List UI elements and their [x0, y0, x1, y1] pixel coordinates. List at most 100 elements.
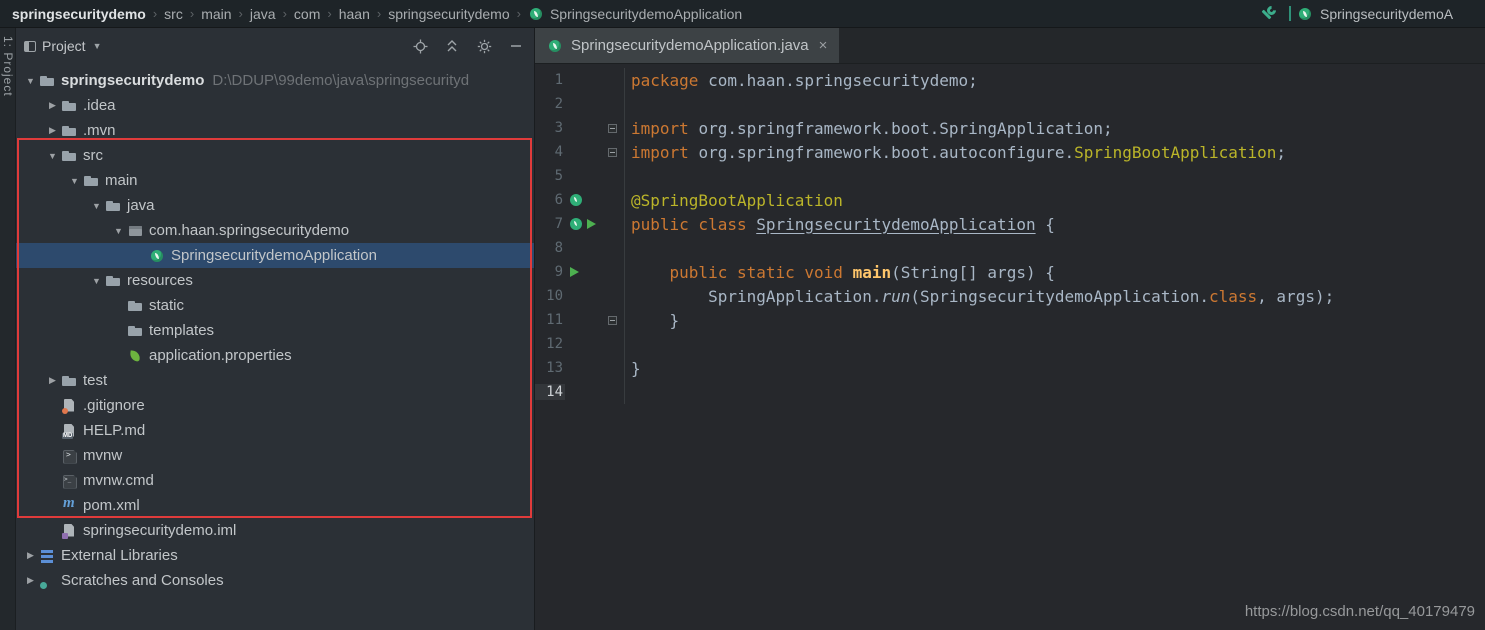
breadcrumb-item-src[interactable]: src: [164, 6, 183, 22]
tree-expand-arrow[interactable]: ▶: [44, 125, 61, 136]
tree-item-java[interactable]: ▼ java: [16, 193, 534, 218]
tree-item-resources[interactable]: ▼ resources: [16, 268, 534, 293]
collapse-all-button[interactable]: [444, 38, 460, 54]
folder-icon: [61, 98, 78, 114]
line-number: 1: [554, 72, 563, 88]
breadcrumb-label: springsecuritydemo: [388, 5, 510, 22]
tree-item-springsecuritydemo-iml[interactable]: springsecuritydemo.iml: [16, 518, 534, 543]
tree-item-external-libraries[interactable]: ▶ External Libraries: [16, 543, 534, 568]
tree-item-springsecuritydemo[interactable]: ▼ springsecuritydemo D:\DDUP\99demo\java\s…: [16, 68, 534, 93]
tree-item-pom-xml[interactable]: pom.xml: [16, 493, 534, 518]
tree-item-label: .idea: [83, 97, 116, 114]
tree-item-label: SpringsecuritydemoApplication: [171, 247, 377, 264]
tree-expand-arrow[interactable]: ▶: [44, 375, 61, 386]
breadcrumb-item-springsecuritydemo[interactable]: springsecuritydemo: [388, 6, 509, 22]
tree-item-application-properties[interactable]: application.properties: [16, 343, 534, 368]
gutter: 2: [535, 92, 625, 116]
line-number: 11: [546, 312, 563, 328]
tree-collapse-arrow[interactable]: ▼: [110, 226, 127, 236]
run-gutter-icon[interactable]: [587, 219, 596, 229]
file-cmd-icon: [61, 473, 78, 489]
breadcrumb-label: haan: [338, 5, 370, 22]
breadcrumb-label: SpringsecuritydemoApplication: [549, 5, 743, 22]
tab-close-button[interactable]: ×: [819, 37, 828, 54]
code-text: package com.haan.springsecuritydemo;: [631, 70, 978, 90]
tree-item-label: .mvn: [83, 122, 116, 139]
tree-item-mvn[interactable]: ▶ .mvn: [16, 118, 534, 143]
project-panel-header: Project ▼: [16, 28, 534, 64]
folder-icon: [105, 273, 122, 289]
run-configuration-selector[interactable]: SpringsecuritydemoA: [1289, 6, 1485, 22]
tree-item-com-haan-springsecuritydemo[interactable]: ▼ com.haan.springsecuritydemo: [16, 218, 534, 243]
editor: SpringsecuritydemoApplication.java × 1 pa…: [535, 28, 1485, 630]
breadcrumb-item-springsecuritydemo[interactable]: springsecuritydemo: [12, 6, 146, 22]
tree-item-templates[interactable]: templates: [16, 318, 534, 343]
package-icon: [127, 223, 144, 239]
spring-icon: [528, 6, 545, 22]
project-panel: Project ▼ ▼ springsecuritydemo D:\DDUP\99d…: [16, 28, 535, 630]
fold-marker-icon[interactable]: [608, 315, 617, 325]
navigation-bar: springsecuritydemo › src › main › java › com › haa…: [0, 0, 1485, 28]
editor-tab-springsecuritydemoapplication[interactable]: SpringsecuritydemoApplication.java ×: [535, 28, 840, 63]
hide-panel-button[interactable]: [508, 38, 524, 54]
fold-marker-icon[interactable]: [608, 123, 617, 133]
gutter: 13: [535, 356, 625, 380]
tree-item-label: springsecuritydemo.iml: [83, 522, 237, 539]
build-wrench-icon[interactable]: [1259, 3, 1278, 23]
tree-item-gitignore[interactable]: .gitignore: [16, 393, 534, 418]
spring-bean-gutter-icon[interactable]: [570, 194, 582, 206]
spring-bean-gutter-icon[interactable]: [570, 218, 582, 230]
folder-icon: [83, 173, 100, 189]
tree-item-springsecuritydemoapplication[interactable]: SpringsecuritydemoApplication: [16, 243, 534, 268]
run-gutter-icon[interactable]: [570, 267, 579, 277]
tree-collapse-arrow[interactable]: ▼: [88, 201, 105, 211]
breadcrumb-item-main[interactable]: main: [201, 6, 231, 22]
tree-item-help-md[interactable]: HELP.md: [16, 418, 534, 443]
tree-item-main[interactable]: ▼ main: [16, 168, 534, 193]
tree-item-label: springsecuritydemo: [61, 72, 205, 89]
breadcrumb-item-com[interactable]: com: [294, 6, 320, 22]
line-number: 5: [554, 168, 563, 184]
tree-item-label: templates: [149, 322, 215, 339]
tree-item-label: .gitignore: [83, 397, 145, 414]
tree-expand-arrow[interactable]: ▶: [22, 575, 39, 586]
tool-window-icon: [24, 40, 36, 52]
tree-collapse-arrow[interactable]: ▼: [22, 76, 39, 86]
breadcrumb-item-java[interactable]: java: [250, 6, 276, 22]
breadcrumb-item-haan[interactable]: haan: [339, 6, 370, 22]
chevron-down-icon[interactable]: ▼: [93, 41, 102, 51]
project-tool-window-button[interactable]: 1: Project: [1, 36, 15, 97]
tree-item-label: mvnw: [83, 447, 123, 464]
tree-item-idea[interactable]: ▶ .idea: [16, 93, 534, 118]
tree-item-mvnw-cmd[interactable]: mvnw.cmd: [16, 468, 534, 493]
tree-item-src[interactable]: ▼ src: [16, 143, 534, 168]
tree-expand-arrow[interactable]: ▶: [44, 100, 61, 111]
breadcrumb-label: springsecuritydemo: [12, 5, 146, 22]
breadcrumb-separator: ›: [516, 6, 521, 21]
breadcrumb-separator: ›: [376, 6, 382, 21]
code-area[interactable]: 1 package com.haan.springsecuritydemo; 2 3 i…: [535, 68, 1485, 630]
breadcrumb-item-springsecuritydemoapplication[interactable]: SpringsecuritydemoApplication: [528, 6, 742, 22]
navbar-right-cluster: SpringsecuritydemoA: [1251, 0, 1485, 28]
folder-icon: [127, 323, 144, 339]
leaf-icon: [127, 348, 144, 364]
tree-item-static[interactable]: static: [16, 293, 534, 318]
tree-collapse-arrow[interactable]: ▼: [66, 176, 83, 186]
tree-collapse-arrow[interactable]: ▼: [44, 151, 61, 161]
fold-marker-icon[interactable]: [608, 147, 617, 157]
tree-expand-arrow[interactable]: ▶: [22, 550, 39, 561]
breadcrumb-label: main: [201, 5, 232, 22]
breadcrumb-separator: ›: [238, 6, 243, 21]
tree-collapse-arrow[interactable]: ▼: [88, 276, 105, 286]
settings-gear-icon[interactable]: [476, 38, 492, 54]
tree-item-scratches-and-consoles[interactable]: ▶ Scratches and Consoles: [16, 568, 534, 593]
breadcrumb-label: src: [164, 5, 183, 22]
tree-item-label: External Libraries: [61, 547, 178, 564]
tab-title: SpringsecuritydemoApplication.java: [571, 37, 809, 54]
tree-item-mvnw[interactable]: mvnw: [16, 443, 534, 468]
code-line-9: 9 public static void main(String[] args)…: [535, 260, 1485, 284]
project-panel-title[interactable]: Project: [42, 38, 86, 54]
code-text: }: [631, 310, 680, 330]
tree-item-test[interactable]: ▶ test: [16, 368, 534, 393]
locate-file-button[interactable]: [412, 38, 428, 54]
